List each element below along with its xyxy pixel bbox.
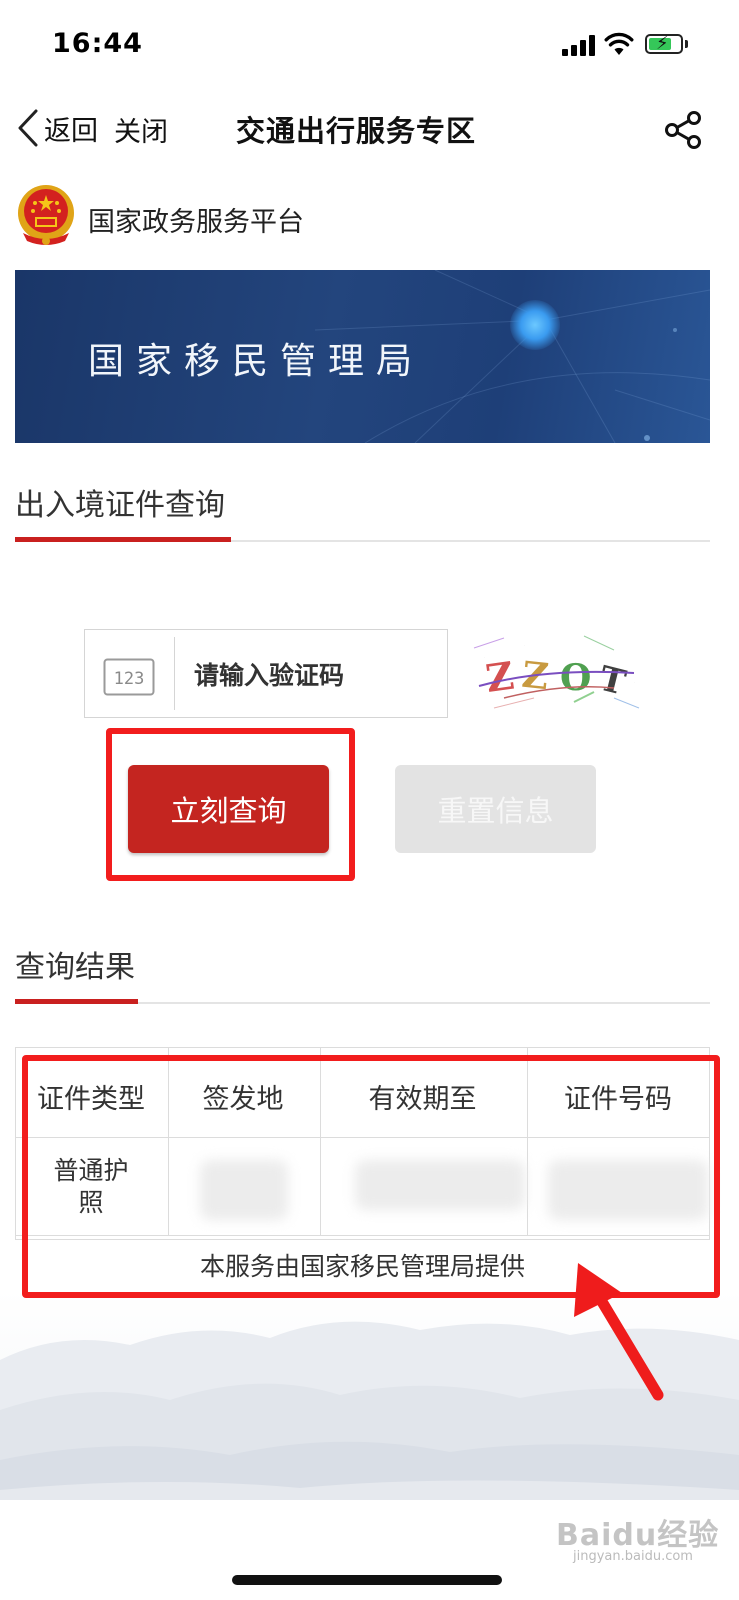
back-label: 返回 [44, 115, 98, 147]
annotation-arrow-icon [574, 1263, 664, 1401]
close-button[interactable]: 关闭 [114, 110, 168, 149]
captcha-char-4: T [595, 659, 629, 704]
captcha-divider [174, 637, 175, 710]
status-time: 16:44 [52, 28, 143, 59]
page-title: 交通出行服务专区 [236, 114, 477, 148]
home-indicator[interactable] [232, 1575, 502, 1585]
wifi-icon [604, 32, 634, 55]
result-section-title: 查询结果 [15, 950, 135, 985]
cellular-signal-icon [562, 34, 596, 56]
battery-icon: ⚡ [645, 33, 683, 54]
reset-button[interactable]: 重置信息 [395, 765, 596, 853]
baidu-watermark-url: jingyan.baidu.com [573, 1549, 693, 1564]
svg-text:·: · [634, 680, 635, 684]
query-section-title: 出入境证件查询 [15, 488, 225, 523]
chevron-left-icon [18, 109, 38, 147]
numeric-code-icon-text: 123 [114, 669, 145, 689]
share-icon[interactable] [664, 110, 704, 150]
battery-cap [685, 40, 688, 48]
platform-name: 国家政务服务平台 [88, 207, 304, 238]
banner-glow [510, 300, 560, 350]
query-section-underline [15, 537, 231, 542]
banner-title: 国家移民管理局 [88, 341, 425, 382]
captcha-input[interactable] [194, 650, 434, 700]
numeric-code-icon: 123 [103, 658, 155, 696]
captcha-char-3: O [560, 657, 591, 699]
back-button[interactable]: 返回 [14, 108, 98, 148]
captcha-image[interactable]: ···· Z Z O T [464, 628, 646, 720]
result-section-underline [15, 999, 138, 1004]
captcha-char-1: Z [483, 653, 517, 701]
baidu-watermark: Baidu经验 [556, 1518, 720, 1553]
national-emblem-logo [18, 185, 74, 245]
svg-text:·: · [524, 643, 525, 647]
query-button-highlight-box [106, 728, 355, 881]
